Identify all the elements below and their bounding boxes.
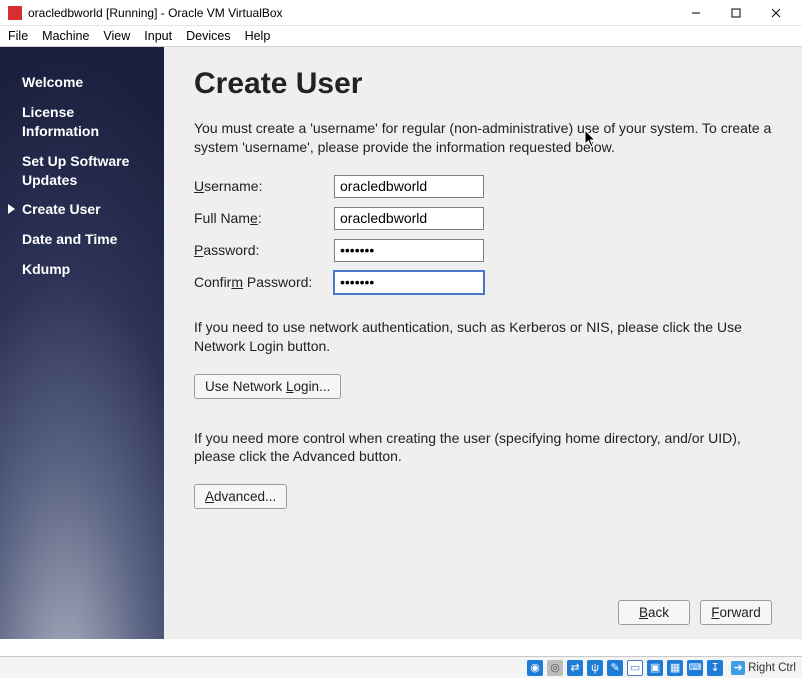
sidebar-item-date-time[interactable]: Date and Time: [22, 230, 152, 249]
guest-display: Welcome License Information Set Up Softw…: [0, 47, 802, 639]
host-key-arrow-icon: ➜: [731, 661, 745, 675]
main-panel: Create User You must create a 'username'…: [164, 47, 802, 639]
minimize-button[interactable]: [676, 0, 716, 26]
sidebar-item-license[interactable]: License Information: [22, 103, 152, 141]
setup-sidebar: Welcome License Information Set Up Softw…: [0, 47, 164, 639]
row-username: Username:: [194, 175, 772, 198]
menu-machine[interactable]: Machine: [42, 29, 89, 43]
label-username: Username:: [194, 178, 334, 194]
back-button[interactable]: Back: [618, 600, 690, 625]
menu-help[interactable]: Help: [245, 29, 271, 43]
menu-devices[interactable]: Devices: [186, 29, 230, 43]
row-confirm: Confirm Password:: [194, 271, 772, 294]
menu-input[interactable]: Input: [144, 29, 172, 43]
menu-file[interactable]: File: [8, 29, 28, 43]
fullname-field[interactable]: [334, 207, 484, 230]
recording-indicator-icon[interactable]: ▣: [647, 660, 663, 676]
label-confirm-password: Confirm Password:: [194, 274, 334, 290]
optical-drive-indicator-icon[interactable]: ◎: [547, 660, 563, 676]
mouse-integration-indicator-icon[interactable]: ↧: [707, 660, 723, 676]
row-fullname: Full Name:: [194, 207, 772, 230]
wizard-nav: Back Forward: [618, 600, 772, 625]
label-fullname: Full Name:: [194, 210, 334, 226]
network-login-hint: If you need to use network authenticatio…: [194, 318, 772, 356]
intro-text: You must create a 'username' for regular…: [194, 119, 772, 157]
username-field[interactable]: [334, 175, 484, 198]
maximize-button[interactable]: [716, 0, 756, 26]
confirm-password-field[interactable]: [334, 271, 484, 294]
window-titlebar: oracledbworld [Running] - Oracle VM Virt…: [0, 0, 802, 26]
display-indicator-icon[interactable]: ▭: [627, 660, 643, 676]
advanced-hint: If you need more control when creating t…: [194, 429, 772, 467]
password-field[interactable]: [334, 239, 484, 262]
host-key-label: Right Ctrl: [748, 662, 796, 674]
label-password: Password:: [194, 242, 334, 258]
hard-disk-indicator-icon[interactable]: ◉: [527, 660, 543, 676]
network-indicator-icon[interactable]: ⇄: [567, 660, 583, 676]
forward-button[interactable]: Forward: [700, 600, 772, 625]
window-title: oracledbworld [Running] - Oracle VM Virt…: [28, 6, 676, 20]
sidebar-item-software-updates[interactable]: Set Up Software Updates: [22, 152, 152, 190]
menu-view[interactable]: View: [103, 29, 130, 43]
advanced-button[interactable]: Advanced...: [194, 484, 287, 509]
shared-folder-indicator-icon[interactable]: ✎: [607, 660, 623, 676]
close-button[interactable]: [756, 0, 796, 26]
vm-status-bar: ◉ ◎ ⇄ ψ ✎ ▭ ▣ ▦ ⌨ ↧ ➜ Right Ctrl: [0, 656, 802, 678]
sidebar-item-create-user[interactable]: Create User: [22, 200, 152, 219]
keyboard-indicator-icon[interactable]: ⌨: [687, 660, 703, 676]
virtualbox-app-icon: [8, 6, 22, 20]
page-title: Create User: [194, 67, 772, 101]
row-password: Password:: [194, 239, 772, 262]
menu-bar: File Machine View Input Devices Help: [0, 26, 802, 47]
host-key-indicator[interactable]: ➜ Right Ctrl: [731, 661, 796, 675]
sidebar-item-welcome[interactable]: Welcome: [22, 73, 152, 92]
use-network-login-button[interactable]: Use Network Login...: [194, 374, 341, 399]
sidebar-item-kdump[interactable]: Kdump: [22, 260, 152, 279]
usb-indicator-icon[interactable]: ψ: [587, 660, 603, 676]
audio-indicator-icon[interactable]: ▦: [667, 660, 683, 676]
